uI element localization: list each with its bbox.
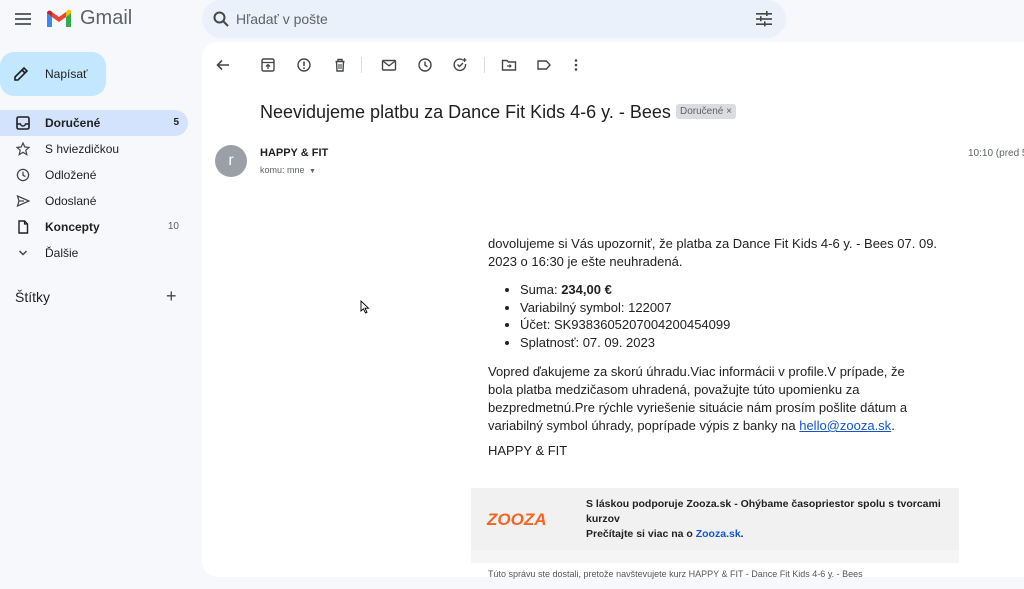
recipient-label: komu: mne xyxy=(260,165,305,175)
list-item: Účet: SK9383605207004200454099 xyxy=(520,316,730,334)
amount-value: 234,00 € xyxy=(561,282,612,297)
sidebar-item-label: Odoslané xyxy=(45,194,97,208)
amount-label: Suma: xyxy=(520,282,558,297)
delete-icon[interactable] xyxy=(332,57,348,73)
clock-icon xyxy=(16,168,30,182)
mouse-cursor-icon xyxy=(360,300,370,314)
message-end: . xyxy=(891,418,895,433)
more-icon[interactable] xyxy=(568,57,584,73)
toolbar-divider xyxy=(361,57,362,73)
compose-label: Napísať xyxy=(45,67,88,81)
snooze-icon[interactable] xyxy=(417,57,433,73)
banner-line-2-prefix: Prečítajte si viac na o xyxy=(586,528,693,540)
footer-note: Túto správu ste dostali, pretože navštev… xyxy=(488,569,863,579)
list-item: Variabilný symbol: 122007 xyxy=(520,299,730,317)
caret-down-icon[interactable]: ▼ xyxy=(309,168,316,175)
email-subject: Neevidujeme platbu za Dance Fit Kids 4-6… xyxy=(260,102,671,122)
archive-icon[interactable] xyxy=(260,57,276,73)
sidebar-item-count: 10 xyxy=(167,221,179,232)
add-label-button[interactable]: + xyxy=(166,286,177,307)
zooza-logo-text: ZOOZA xyxy=(486,510,546,529)
email-intro: dovolujeme si Vás upozorniť, že platba z… xyxy=(488,236,938,269)
inbox-icon xyxy=(16,116,30,130)
sidebar-item-label: Ďalšie xyxy=(45,246,79,260)
send-icon xyxy=(16,194,30,208)
email-message: Vopred ďakujeme za skorú úhradu.Viac inf… xyxy=(488,363,920,435)
banner-text: S láskou podporuje Zooza.sk - Ohýbame ča… xyxy=(586,497,956,542)
back-icon[interactable] xyxy=(215,57,231,73)
toolbar-divider xyxy=(484,57,485,73)
remove-label-icon[interactable]: × xyxy=(726,106,732,117)
draft-icon xyxy=(16,220,30,234)
move-to-icon[interactable] xyxy=(501,57,517,73)
sidebar-item-count: 5 xyxy=(173,117,179,128)
sidebar-item-label: S hviezdičkou xyxy=(45,142,120,156)
star-icon xyxy=(16,142,30,156)
chevron-down-icon xyxy=(16,246,30,260)
add-task-icon[interactable] xyxy=(452,57,468,73)
sidebar-item-label: Doručené xyxy=(45,116,101,130)
search-options-icon[interactable] xyxy=(754,10,774,28)
app-name[interactable]: Gmail xyxy=(80,7,132,30)
gmail-logo-icon[interactable] xyxy=(46,9,72,29)
payment-details: Suma: 234,00 € Variabilný symbol: 122007… xyxy=(505,281,730,351)
sender-name[interactable]: HAPPY & FIT xyxy=(260,147,328,159)
recipient-details[interactable]: komu: mne ▼ xyxy=(260,165,316,175)
email-link[interactable]: hello@zooza.sk xyxy=(799,418,891,433)
pencil-icon xyxy=(12,65,30,83)
label-chip-text: Doručené xyxy=(680,106,724,117)
sidebar-item-label: Koncepty xyxy=(45,220,100,234)
banner-line-2-suffix: . xyxy=(740,528,744,540)
avatar[interactable]: r xyxy=(215,145,247,177)
zooza-link[interactable]: Zooza.sk xyxy=(696,528,741,540)
search-icon[interactable] xyxy=(212,10,230,28)
sidebar-item-label: Odložené xyxy=(45,168,97,182)
email-timestamp: 10:10 (pred 5 xyxy=(968,148,1024,159)
report-spam-icon[interactable] xyxy=(296,57,312,73)
label-icon[interactable] xyxy=(536,57,552,73)
inbox-label-chip[interactable]: Doručené × xyxy=(676,104,736,119)
footer-strip xyxy=(471,550,959,563)
main-menu-icon[interactable] xyxy=(12,10,34,28)
list-item: Suma: 234,00 € xyxy=(520,281,730,299)
email-signature: HAPPY & FIT xyxy=(488,443,568,458)
zooza-logo[interactable]: ZOOZA xyxy=(486,505,546,531)
mark-unread-icon[interactable] xyxy=(381,57,397,73)
banner-line-2: Prečítajte si viac na o Zooza.sk. xyxy=(586,527,956,542)
list-item: Splatnosť: 07. 09. 2023 xyxy=(520,334,730,352)
search-input[interactable]: Hľadať v pošte xyxy=(236,0,328,38)
labels-heading: Štítky xyxy=(15,289,51,305)
banner-line-1: S láskou podporuje Zooza.sk - Ohýbame ča… xyxy=(586,498,941,525)
